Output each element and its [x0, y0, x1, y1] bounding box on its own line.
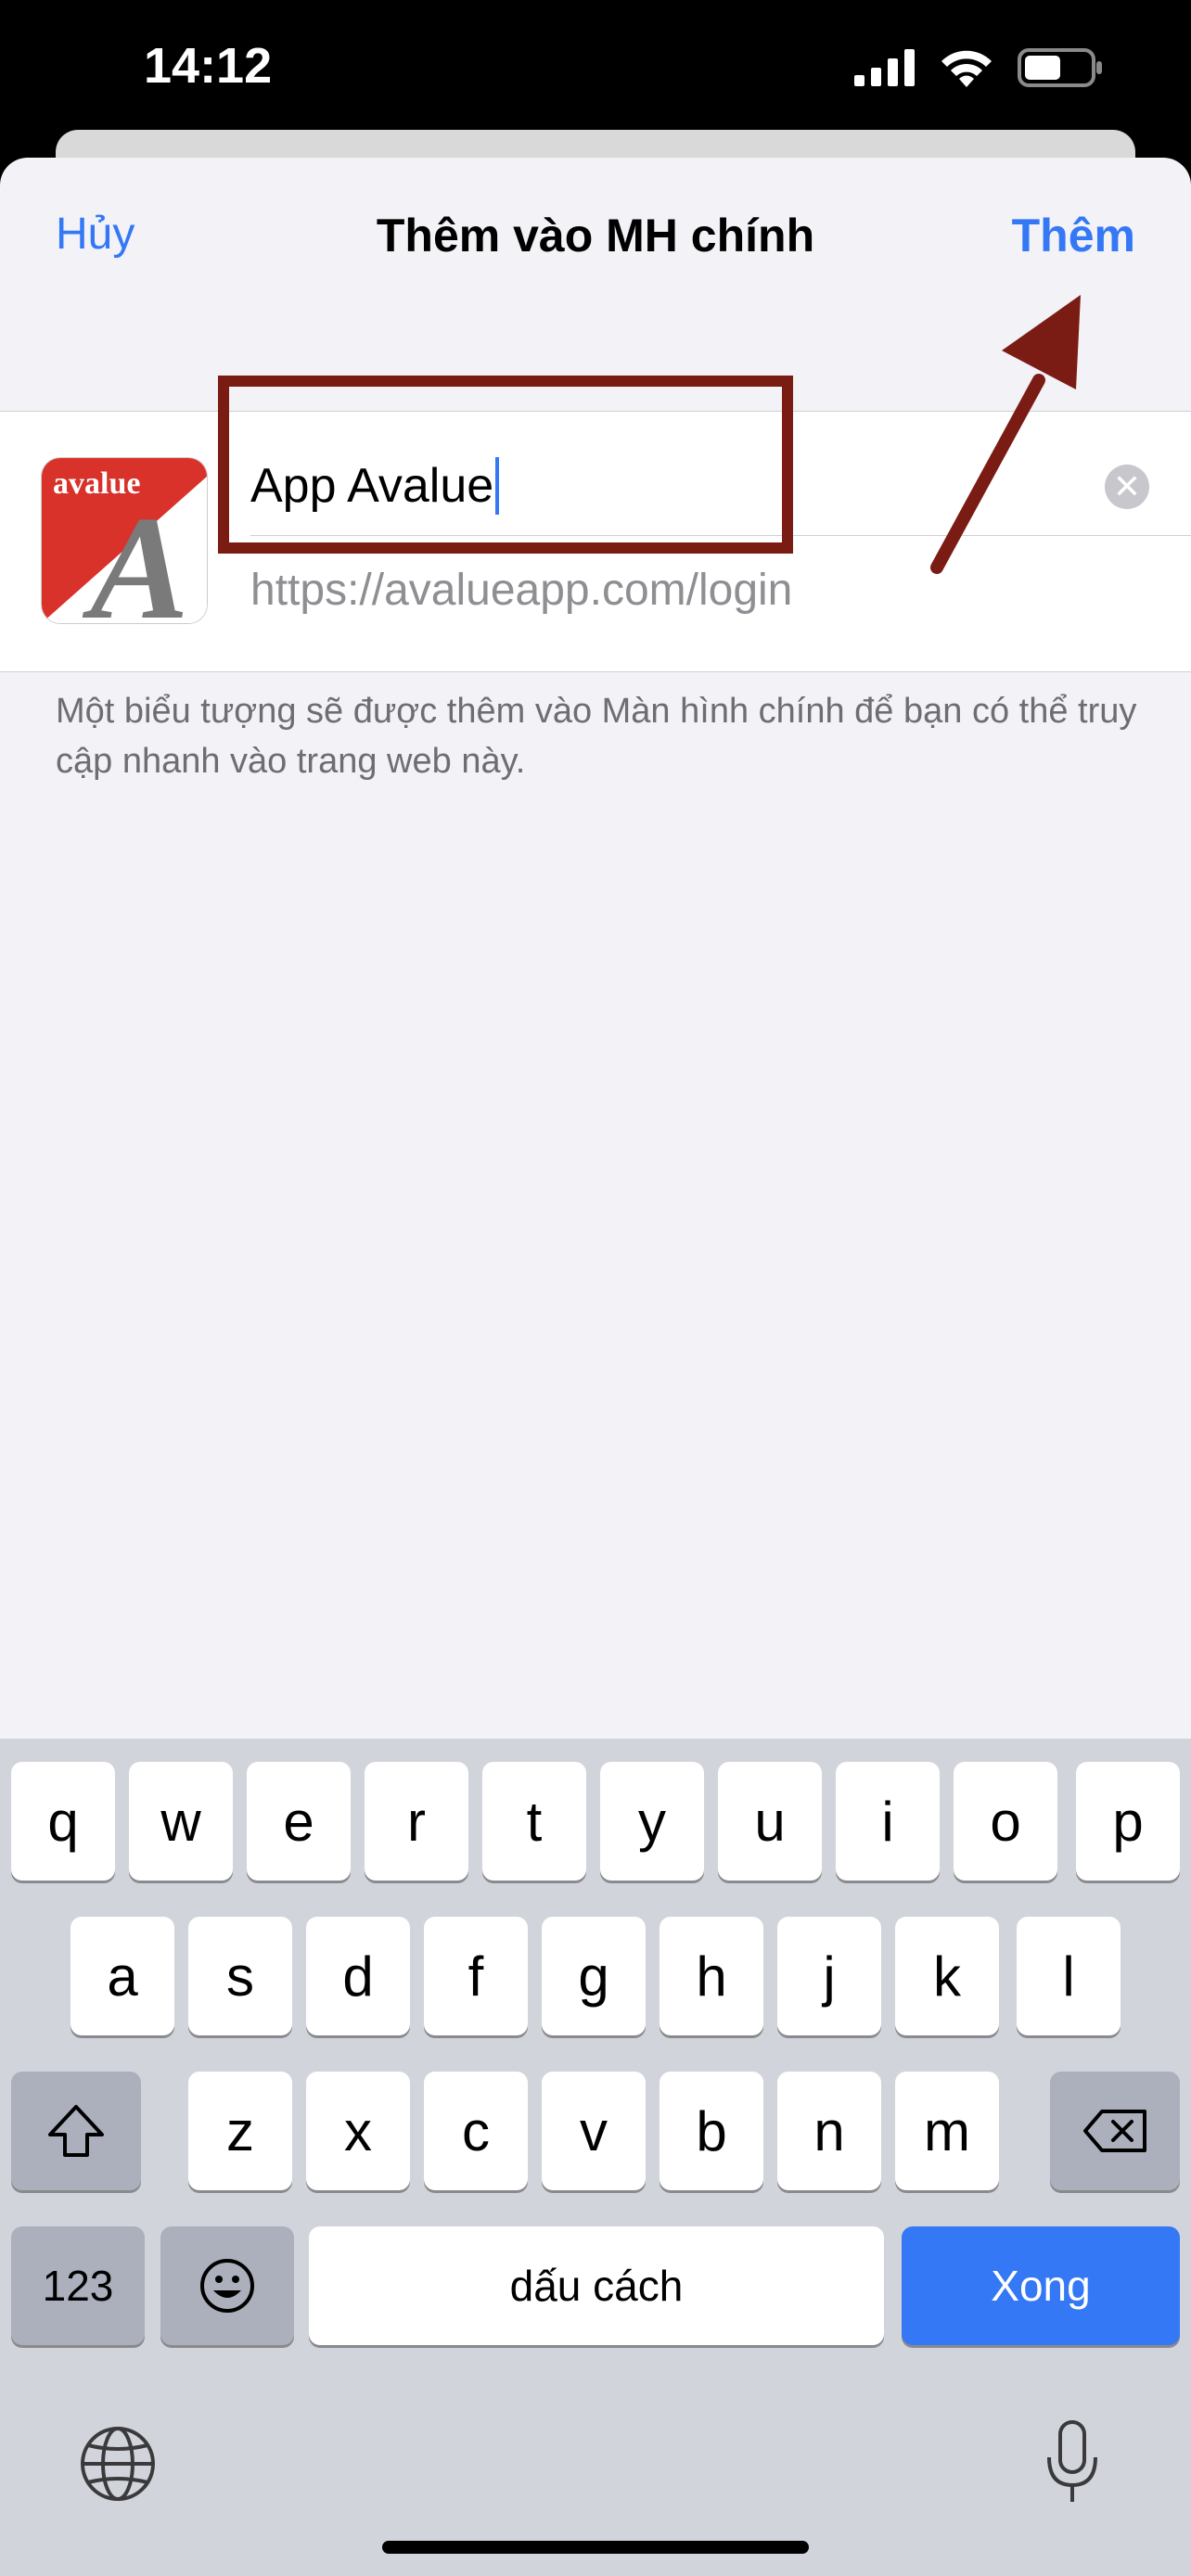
space-key[interactable]: dấu cách: [309, 2226, 884, 2345]
emoji-key[interactable]: [160, 2226, 294, 2345]
key-s[interactable]: s: [188, 1917, 292, 2035]
keyboard: q w e r t y u i o p a s d f g h j k l z …: [0, 1739, 1191, 2576]
key-g[interactable]: g: [542, 1917, 646, 2035]
key-w[interactable]: w: [129, 1762, 233, 1881]
key-f[interactable]: f: [424, 1917, 528, 2035]
key-q[interactable]: q: [11, 1762, 115, 1881]
key-j[interactable]: j: [777, 1917, 881, 2035]
key-n[interactable]: n: [777, 2072, 881, 2190]
key-t[interactable]: t: [482, 1762, 586, 1881]
key-e[interactable]: e: [247, 1762, 351, 1881]
microphone-icon[interactable]: [1044, 2420, 1101, 2506]
footnote-text: Một biểu tượng sẽ được thêm vào Màn hình…: [56, 692, 1137, 781]
key-v[interactable]: v: [542, 2072, 646, 2190]
key-l[interactable]: l: [1017, 1917, 1121, 2035]
done-key[interactable]: Xong: [902, 2226, 1180, 2345]
annotation-arrow: [930, 295, 1081, 574]
key-u[interactable]: u: [718, 1762, 822, 1881]
key-o[interactable]: o: [954, 1762, 1057, 1881]
numbers-key[interactable]: 123: [11, 2226, 145, 2345]
key-a[interactable]: a: [70, 1917, 174, 2035]
key-m[interactable]: m: [895, 2072, 999, 2190]
backspace-icon: [1083, 2110, 1146, 2152]
globe-icon[interactable]: [79, 2425, 157, 2503]
key-h[interactable]: h: [660, 1917, 763, 2035]
key-b[interactable]: b: [660, 2072, 763, 2190]
shift-key[interactable]: [11, 2072, 141, 2190]
key-k[interactable]: k: [895, 1917, 999, 2035]
key-i[interactable]: i: [836, 1762, 940, 1881]
key-z[interactable]: z: [188, 2072, 292, 2190]
key-d[interactable]: d: [306, 1917, 410, 2035]
key-y[interactable]: y: [600, 1762, 704, 1881]
key-p[interactable]: p: [1076, 1762, 1180, 1881]
emoji-icon: [200, 2259, 254, 2313]
home-indicator: [382, 2541, 809, 2554]
key-r[interactable]: r: [365, 1762, 468, 1881]
shift-icon: [48, 2105, 104, 2157]
key-x[interactable]: x: [306, 2072, 410, 2190]
delete-key[interactable]: [1050, 2072, 1180, 2190]
key-c[interactable]: c: [424, 2072, 528, 2190]
